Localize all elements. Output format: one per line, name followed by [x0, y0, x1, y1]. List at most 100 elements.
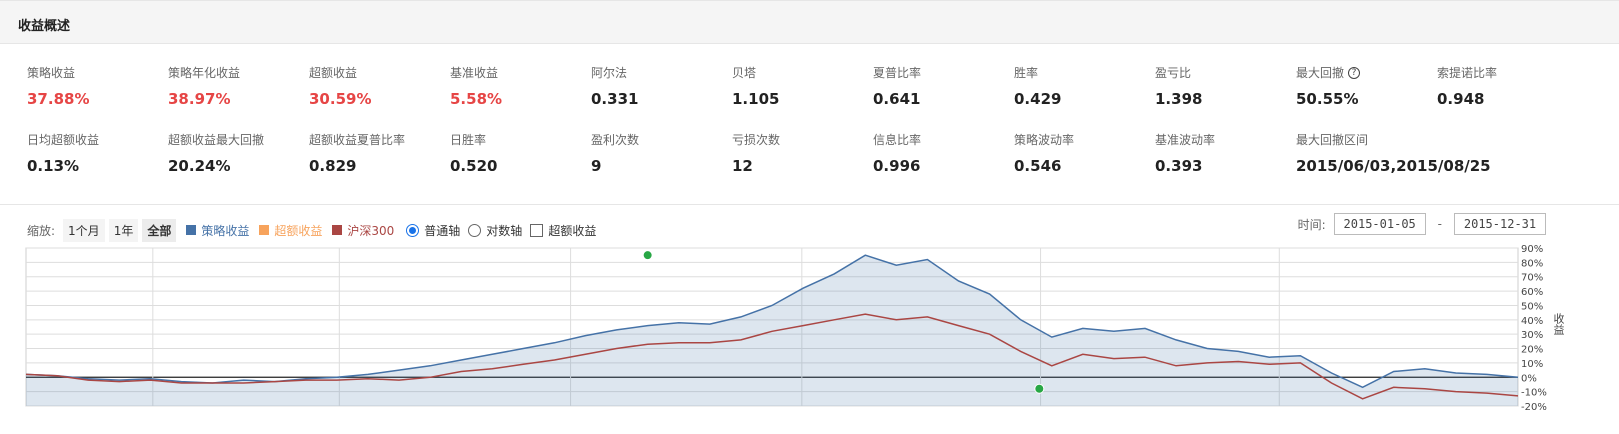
metric-row1-4: 阿尔法 0.331	[591, 64, 731, 108]
metric-value: 38.97%	[168, 90, 231, 108]
metric-label: 信息比率	[873, 131, 1013, 148]
excess-return-checkbox-label: 超额收益	[548, 223, 597, 238]
metric-label: 基准波动率	[1155, 131, 1295, 148]
metric-row1-0: 策略收益 37.88%	[27, 64, 167, 108]
metric-value: 0.829	[309, 157, 357, 175]
metric-label-text: 最大回撤	[1296, 66, 1345, 80]
metric-label-text: 日胜率	[450, 133, 487, 147]
metric-label-text: 贝塔	[732, 66, 757, 80]
metric-value: 0.429	[1014, 90, 1062, 108]
y-axis-title: 收益	[1552, 313, 1565, 335]
metric-label-text: 胜率	[1014, 66, 1039, 80]
y-tick-label: 30%	[1521, 330, 1543, 341]
metric-value: 0.641	[873, 90, 921, 108]
metric-value: 30.59%	[309, 90, 372, 108]
metric-value: 0.948	[1437, 90, 1485, 108]
metric-row1-6: 夏普比率 0.641	[873, 64, 1013, 108]
metric-row2-7: 策略波动率 0.546	[1014, 131, 1154, 175]
legend-swatch-excess	[259, 225, 270, 235]
metric-value: 5.58%	[450, 90, 503, 108]
metric-label: 盈利次数	[591, 131, 731, 148]
metric-row2-3: 日胜率 0.520	[450, 131, 590, 175]
legend-label-excess: 超额收益	[274, 223, 323, 238]
legend-item-excess[interactable]: 超额收益	[259, 222, 322, 239]
y-tick-label: -10%	[1521, 388, 1547, 399]
metric-row2-9: 最大回撤区间 2015/06/03,2015/08/25	[1296, 131, 1556, 175]
zoom-1month-button[interactable]: 1个月	[63, 218, 105, 242]
metric-label-text: 最大回撤区间	[1296, 133, 1369, 147]
metric-label-text: 基准收益	[450, 66, 499, 80]
zoom-1year-button[interactable]: 1年	[108, 218, 139, 242]
y-tick-label: 90%	[1521, 244, 1543, 255]
metric-value: 37.88%	[27, 90, 90, 108]
metric-label-text: 盈利次数	[591, 133, 640, 147]
y-tick-label: 60%	[1521, 287, 1543, 298]
radio-normal-axis-label: 普通轴	[424, 223, 461, 238]
metric-row1-7: 胜率 0.429	[1014, 64, 1154, 108]
chart-toolbar: 缩放: 1个月 1年 全部 策略收益 超额收益 沪深300 普通轴 对数轴 超额…	[27, 218, 596, 242]
legend-item-benchmark[interactable]: 沪深300	[332, 222, 394, 239]
metric-label-text: 日均超额收益	[27, 133, 100, 147]
metric-value: 0.331	[591, 90, 639, 108]
metric-value: 0.546	[1014, 157, 1062, 175]
legend-swatch-benchmark	[332, 225, 343, 235]
radio-log-axis-circle	[468, 223, 482, 237]
metric-value: 1.398	[1155, 90, 1203, 108]
min-point	[1034, 383, 1045, 394]
zoom-all-button[interactable]: 全部	[142, 218, 177, 242]
metric-label: 胜率	[1014, 64, 1154, 81]
radio-normal-axis[interactable]: 普通轴	[406, 222, 460, 239]
date-separator: -	[1437, 217, 1442, 231]
metric-label: 策略波动率	[1014, 131, 1154, 148]
legend-item-strategy[interactable]: 策略收益	[186, 222, 249, 239]
metric-row1-2: 超额收益 30.59%	[309, 64, 449, 108]
section-title: 收益概述	[18, 19, 71, 34]
metric-row1-1: 策略年化收益 38.97%	[168, 64, 308, 108]
metric-value: 2015/06/03,2015/08/25	[1296, 157, 1491, 175]
radio-normal-axis-circle	[406, 223, 420, 237]
excess-return-checkbox-box	[530, 223, 544, 237]
metric-label: 盈亏比	[1155, 64, 1295, 81]
metric-row2-2: 超额收益夏普比率 0.829	[309, 131, 449, 175]
legend-swatch-strategy	[186, 225, 197, 235]
metric-value: 1.105	[732, 90, 780, 108]
metric-label-text: 夏普比率	[873, 66, 922, 80]
help-icon[interactable]: ?	[1348, 66, 1361, 79]
y-tick-label: 40%	[1521, 316, 1543, 327]
start-date-input[interactable]	[1333, 213, 1426, 235]
y-tick-label: -20%	[1521, 402, 1547, 412]
metric-value: 0.996	[873, 157, 921, 175]
metric-value: 20.24%	[168, 157, 231, 175]
time-range: 时间: -	[1298, 213, 1546, 235]
metric-label: 夏普比率	[873, 64, 1013, 81]
metric-label-text: 策略收益	[27, 66, 76, 80]
metric-label: 阿尔法	[591, 64, 731, 81]
metric-value: 0.393	[1155, 157, 1203, 175]
radio-log-axis[interactable]: 对数轴	[468, 222, 522, 239]
metric-label-text: 策略波动率	[1014, 133, 1075, 147]
legend-label-benchmark: 沪深300	[347, 223, 395, 238]
y-tick-label: 50%	[1521, 301, 1543, 312]
metric-label: 策略年化收益	[168, 64, 308, 81]
metric-row2-4: 盈利次数 9	[591, 131, 731, 175]
excess-return-checkbox[interactable]: 超额收益	[530, 222, 596, 239]
metric-label: 基准收益	[450, 64, 590, 81]
max-point	[642, 250, 653, 261]
metric-row1-9: 最大回撤? 50.55%	[1296, 64, 1436, 108]
metric-label-text: 策略年化收益	[168, 66, 241, 80]
metric-value: 9	[591, 157, 602, 175]
divider	[0, 204, 1619, 205]
metric-label-text: 信息比率	[873, 133, 922, 147]
y-tick-label: 70%	[1521, 273, 1543, 284]
metric-label: 贝塔	[732, 64, 872, 81]
metric-row1-5: 贝塔 1.105	[732, 64, 872, 108]
returns-chart[interactable]: 90% 80% 70% 60% 50% 40% 30% 20% 10% 0% -10% -20%	[0, 244, 1550, 412]
metric-row2-0: 日均超额收益 0.13%	[27, 131, 167, 175]
y-tick-label: 20%	[1521, 345, 1543, 356]
time-label: 时间:	[1297, 217, 1326, 232]
metric-value: 12	[732, 157, 753, 175]
metric-row1-3: 基准收益 5.58%	[450, 64, 590, 108]
y-tick-label: 0%	[1521, 373, 1537, 384]
end-date-input[interactable]	[1454, 213, 1546, 235]
metric-row2-1: 超额收益最大回撤 20.24%	[168, 131, 308, 175]
